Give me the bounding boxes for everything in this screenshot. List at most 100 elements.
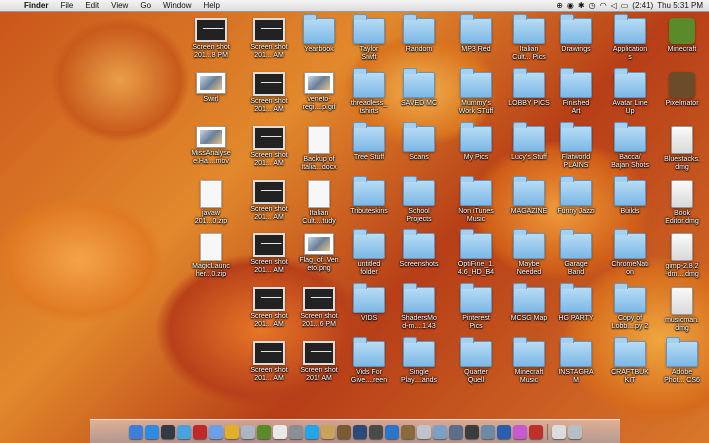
desktop-item-dmg[interactable]: musicman. dmg [653,287,709,333]
desktop-item-folder[interactable]: Non iTunes Music [447,176,505,224]
doc-icon [200,233,222,261]
menu-window[interactable]: Window [157,0,197,11]
screenshot-icon [253,18,285,42]
folder-blue-icon[interactable] [384,425,399,439]
bluetooth-icon[interactable]: ✱ [578,0,585,11]
desktop-item-doc[interactable]: javaw 201...0.zip [182,180,240,226]
desktop-item-image[interactable]: MissAnalyse e.Ha....mov [182,126,240,166]
desktop-item-dmg[interactable]: Bluestacks. dmg [653,126,709,172]
desktop-item-label: Quarter Quell [464,369,488,384]
chrome-icon[interactable] [224,425,239,439]
help-icon[interactable] [416,425,431,439]
volume-icon[interactable]: ◁ [611,0,617,11]
desktop-item-folder[interactable]: INSTAGRA M [547,337,605,385]
quicktime-icon[interactable] [352,425,367,439]
desktop-item-image[interactable]: Swirl [182,72,240,104]
desktop-item-folder[interactable]: Quarter Quell [447,337,505,385]
desktop-item-folder[interactable]: Mummy's Work STuff [447,68,505,116]
desktop-item-label: musicman. dmg [665,317,699,332]
desktop-item-folder[interactable]: Copy of Lobb....py 2 [601,283,659,331]
desktop-item-folder[interactable]: School Projects [390,176,448,224]
desktop-item-folder[interactable]: Drawings [547,14,605,54]
mac-icon[interactable] [464,425,479,439]
desktop-item-folder[interactable]: Builds [601,176,659,216]
desktop-item-dmg[interactable]: gimp-2.8.2 -dm....dmg [653,233,709,279]
minecraft-dock-icon[interactable] [256,425,271,439]
system-preferences-icon[interactable] [288,425,303,439]
desktop-item-folder[interactable]: Adobe Phot... CS6 [653,337,709,385]
desktop-item-folder[interactable]: Flatworld PLAINS [547,122,605,170]
skype-icon[interactable] [304,425,319,439]
photo-booth-icon[interactable] [192,425,207,439]
menu-edit[interactable]: Edit [79,0,105,11]
preview-icon[interactable] [432,425,447,439]
trash-icon[interactable] [567,425,582,439]
wifi-icon[interactable]: ◠ [600,0,607,11]
stack-icon[interactable] [448,425,463,439]
desktop-item-label: Application s [612,46,648,61]
dmg-icon [671,180,693,208]
safari-icon[interactable] [176,425,191,439]
desktop-item-dmg[interactable]: Book Editor.dmg [653,180,709,226]
status-icon-2[interactable]: ◉ [567,0,574,11]
desktop-item-folder[interactable]: My Pics [447,122,505,162]
dashboard-icon[interactable] [160,425,175,439]
desktop-item-label: INSTAGRA M [558,369,594,384]
desktop-item-folder[interactable]: Scans [390,122,448,162]
mail-icon[interactable] [240,425,255,439]
photo-icon[interactable] [400,425,415,439]
dmg-icon [671,233,693,261]
menu-go[interactable]: Go [134,0,157,11]
desktop-item-label: MP3 Red [461,46,491,53]
desktop-item-doc[interactable]: MagicLaunc her...0.zip [182,233,240,279]
menu-view[interactable]: View [105,0,134,11]
red-app-icon[interactable] [528,425,543,439]
desktop-item-folder[interactable]: Pinterest Pics [447,283,505,331]
desktop-item-folder[interactable]: Garage Band [547,229,605,277]
desktop-item-folder[interactable]: MP3 Red [447,14,505,54]
desktop-item-folder[interactable]: HG PARTY [547,283,605,323]
desktop-item-label: OptiFine_1. 4.6_HD_B4 [457,261,495,276]
folder-icon [460,337,492,367]
desktop-item-label: ChromeNati on [611,261,649,276]
desktop-item-folder[interactable]: SAVED MC [390,68,448,108]
desktop-item-folder[interactable]: Finished Art [547,68,605,116]
desktop-item-folder[interactable]: Application s [601,14,659,62]
desktop-item-folder[interactable]: CRAFTBUK KIT [601,337,659,385]
utility-icon[interactable] [368,425,383,439]
menu-file[interactable]: File [54,0,79,11]
app-store-icon[interactable] [144,425,159,439]
desktop-item-app[interactable]: Minecraft [653,18,709,54]
desktop-item-folder[interactable]: Screenshots [390,229,448,269]
desktop-item-folder[interactable]: Single Play....ands [390,337,448,385]
battery-app-icon[interactable] [480,425,495,439]
document-icon[interactable] [272,425,287,439]
menu-help[interactable]: Help [197,0,225,11]
desktop-item-folder[interactable]: ChromeNati on [601,229,659,277]
status-icon-1[interactable]: ⊕ [556,0,563,11]
desktop-item-folder[interactable]: Funny Jazzi [547,176,605,216]
finder-icon[interactable] [128,425,143,439]
downloads-icon[interactable] [551,425,566,439]
desktop-item-folder[interactable]: ShadersMo d-m....1.43 [390,283,448,331]
pinwheel-icon[interactable] [512,425,527,439]
menu-finder[interactable]: Finder [18,0,54,11]
desktop-item-folder[interactable]: Random [390,14,448,54]
itunes-icon[interactable] [208,425,223,439]
screenshot-icon [195,18,227,42]
clock[interactable]: Thu 5:31 PM [657,0,703,11]
screenshot-icon [303,287,335,311]
desktop-item-label: CRAFTBUK KIT [611,369,649,384]
battery-time[interactable]: (2:41) [632,0,653,11]
folder-icon [460,14,492,44]
time-machine-icon[interactable]: ◷ [589,0,596,11]
desktop-item-app[interactable]: Pixelmator [653,72,709,108]
desktop-item-folder[interactable]: Avatar Line Up [601,68,659,116]
battery-icon[interactable]: ▭ [621,0,629,11]
desktop-item-folder[interactable]: OptiFine_1. 4.6_HD_B4 [447,229,505,277]
desktop-item-screenshot[interactable]: Screen shot 201...8 PM [182,18,240,60]
desktop-item-folder[interactable]: Bacca/ Bajan Shots [601,122,659,170]
script-icon[interactable] [320,425,335,439]
word-icon[interactable] [496,425,511,439]
pixelmator-dock-icon[interactable] [336,425,351,439]
